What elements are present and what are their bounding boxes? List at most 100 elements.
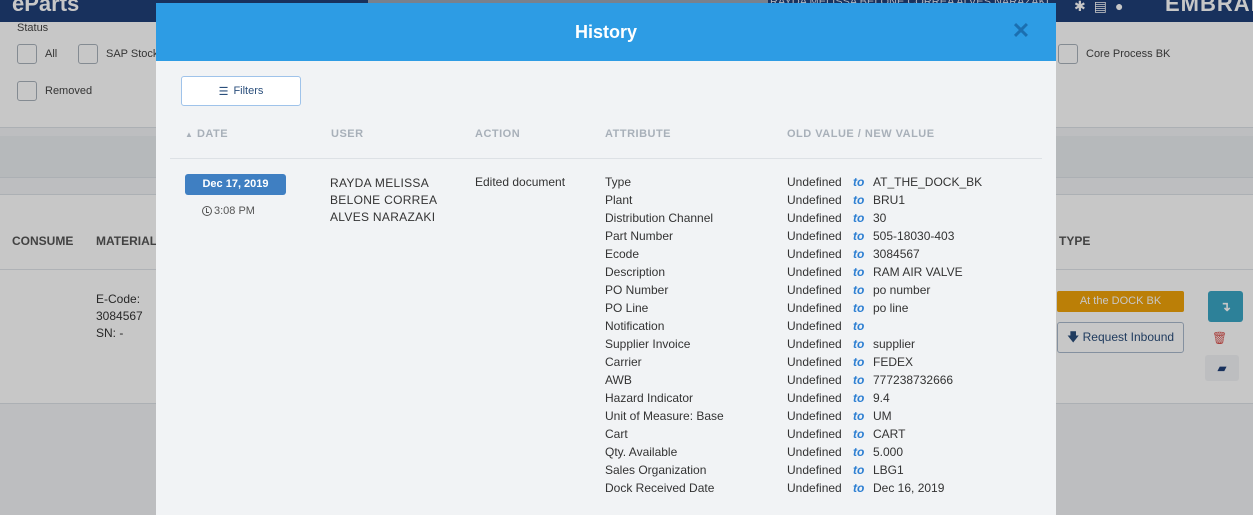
attribute-name: Ecode (605, 247, 640, 261)
to-connector: to (853, 463, 865, 477)
new-value: FEDEX (873, 355, 914, 369)
new-value: AT_THE_DOCK_BK (873, 175, 983, 189)
to-connector: to (853, 481, 865, 495)
to-connector: to (853, 193, 865, 207)
modal-body: ☰ Filters ▲ DATE USER ACTION ATTRIBUTE O… (156, 61, 1056, 515)
date-badge: Dec 17, 2019 (185, 174, 286, 195)
history-user: RAYDA MELISSA BELONE CORREA ALVES NARAZA… (330, 176, 437, 224)
attribute-name: Carrier (605, 355, 642, 369)
old-value: Undefined (787, 463, 842, 477)
attribute-name: Plant (605, 193, 633, 207)
to-connector: to (853, 373, 865, 387)
new-value: 3084567 (873, 247, 920, 261)
to-connector: to (853, 337, 865, 351)
attribute-name: Supplier Invoice (605, 337, 691, 351)
attribute-name: Type (605, 175, 632, 189)
value-change-row: Undefined to RAM AIR VALVE (787, 265, 982, 283)
old-value: Undefined (787, 301, 842, 315)
new-value: 5.000 (873, 445, 904, 459)
clock-icon (202, 206, 212, 216)
to-connector: to (853, 247, 865, 261)
value-change-row: Undefined to 30 (787, 211, 982, 229)
attribute-name: Dock Received Date (605, 481, 715, 495)
value-change-row: Undefined to FEDEX (787, 355, 982, 373)
attribute-name: Hazard Indicator (605, 391, 694, 405)
old-value: Undefined (787, 247, 842, 261)
attribute-list: Type Plant Distribution Channel Part Number… (605, 175, 724, 499)
value-change-row: Undefined to 9.4 (787, 391, 982, 409)
to-connector: to (853, 265, 865, 279)
attribute-name: Distribution Channel (605, 211, 714, 225)
old-value: Undefined (787, 229, 842, 243)
old-value: Undefined (787, 409, 842, 423)
to-connector: to (853, 409, 865, 423)
column-header-values[interactable]: OLD VALUE / NEW VALUE (787, 128, 935, 140)
to-connector: to (853, 391, 865, 405)
attribute-name: Cart (605, 427, 628, 441)
value-change-row: Undefined to Dec 16, 2019 (787, 481, 982, 499)
attribute-name: Part Number (605, 229, 674, 243)
old-value: Undefined (787, 373, 842, 387)
old-value: Undefined (787, 445, 842, 459)
new-value: po line (873, 301, 909, 315)
old-value: Undefined (787, 265, 842, 279)
value-change-row: Undefined to supplier (787, 337, 982, 355)
old-value: Undefined (787, 391, 842, 405)
column-header-attribute[interactable]: ATTRIBUTE (605, 128, 671, 140)
old-value: Undefined (787, 337, 842, 351)
value-change-list: Undefined to AT_THE_DOCK_BK Undefined to BRU1… (787, 175, 982, 499)
attribute-name: Qty. Available (605, 445, 678, 459)
header-divider (170, 158, 1042, 159)
value-change-row: Undefined to UM (787, 409, 982, 427)
to-connector: to (853, 355, 865, 369)
new-value: CART (873, 427, 906, 441)
new-value: 30 (873, 211, 887, 225)
modal-title: History (574, 22, 637, 42)
attribute-name: Description (605, 265, 666, 279)
old-value: Undefined (787, 175, 842, 189)
value-change-row: Undefined to BRU1 (787, 193, 982, 211)
new-value: 9.4 (873, 391, 890, 405)
new-value: 777238732666 (873, 373, 954, 387)
value-change-row: Undefined to AT_THE_DOCK_BK (787, 175, 982, 193)
attribute-name: Unit of Measure: Base (605, 409, 724, 423)
old-value: Undefined (787, 319, 842, 333)
new-value: supplier (873, 337, 916, 351)
to-connector: to (853, 319, 865, 333)
new-value: 505-18030-403 (873, 229, 955, 243)
new-value: Dec 16, 2019 (873, 481, 945, 495)
date-header-label: DATE (196, 128, 229, 140)
time-label: 3:08 PM (202, 205, 255, 217)
history-modal: History ✕ ☰ Filters ▲ DATE USER ACTION A… (156, 3, 1056, 515)
close-icon[interactable]: ✕ (1008, 17, 1034, 45)
value-change-row: Undefined to 505-18030-403 (787, 229, 982, 247)
new-value: LBG1 (873, 463, 904, 477)
filters-button[interactable]: ☰ Filters (181, 76, 301, 106)
new-value: po number (873, 283, 931, 297)
attribute-name: PO Number (605, 283, 669, 297)
value-change-row: Undefined to po line (787, 301, 982, 319)
value-change-row: Undefined to po number (787, 283, 982, 301)
attribute-name: Notification (605, 319, 665, 333)
modal-header: History ✕ (156, 3, 1056, 61)
attribute-name: Sales Organization (605, 463, 707, 477)
value-change-row: Undefined to 3084567 (787, 247, 982, 265)
to-connector: to (853, 427, 865, 441)
new-value: UM (873, 409, 892, 423)
column-header-date[interactable]: ▲ DATE (185, 128, 228, 140)
column-header-action[interactable]: ACTION (475, 128, 520, 140)
filters-label: Filters (233, 85, 264, 97)
old-value: Undefined (787, 211, 842, 225)
new-value: RAM AIR VALVE (873, 265, 963, 279)
value-change-row: Undefined to 5.000 (787, 445, 982, 463)
old-value: Undefined (787, 283, 842, 297)
to-connector: to (853, 283, 865, 297)
history-action: Edited document (475, 175, 566, 189)
attribute-name: PO Line (605, 301, 649, 315)
to-connector: to (853, 175, 865, 189)
time-value: 3:08 PM (214, 205, 255, 217)
to-connector: to (853, 301, 865, 315)
attribute-name: AWB (605, 373, 632, 387)
column-header-user[interactable]: USER (331, 128, 364, 140)
value-change-row: Undefined to LBG1 (787, 463, 982, 481)
